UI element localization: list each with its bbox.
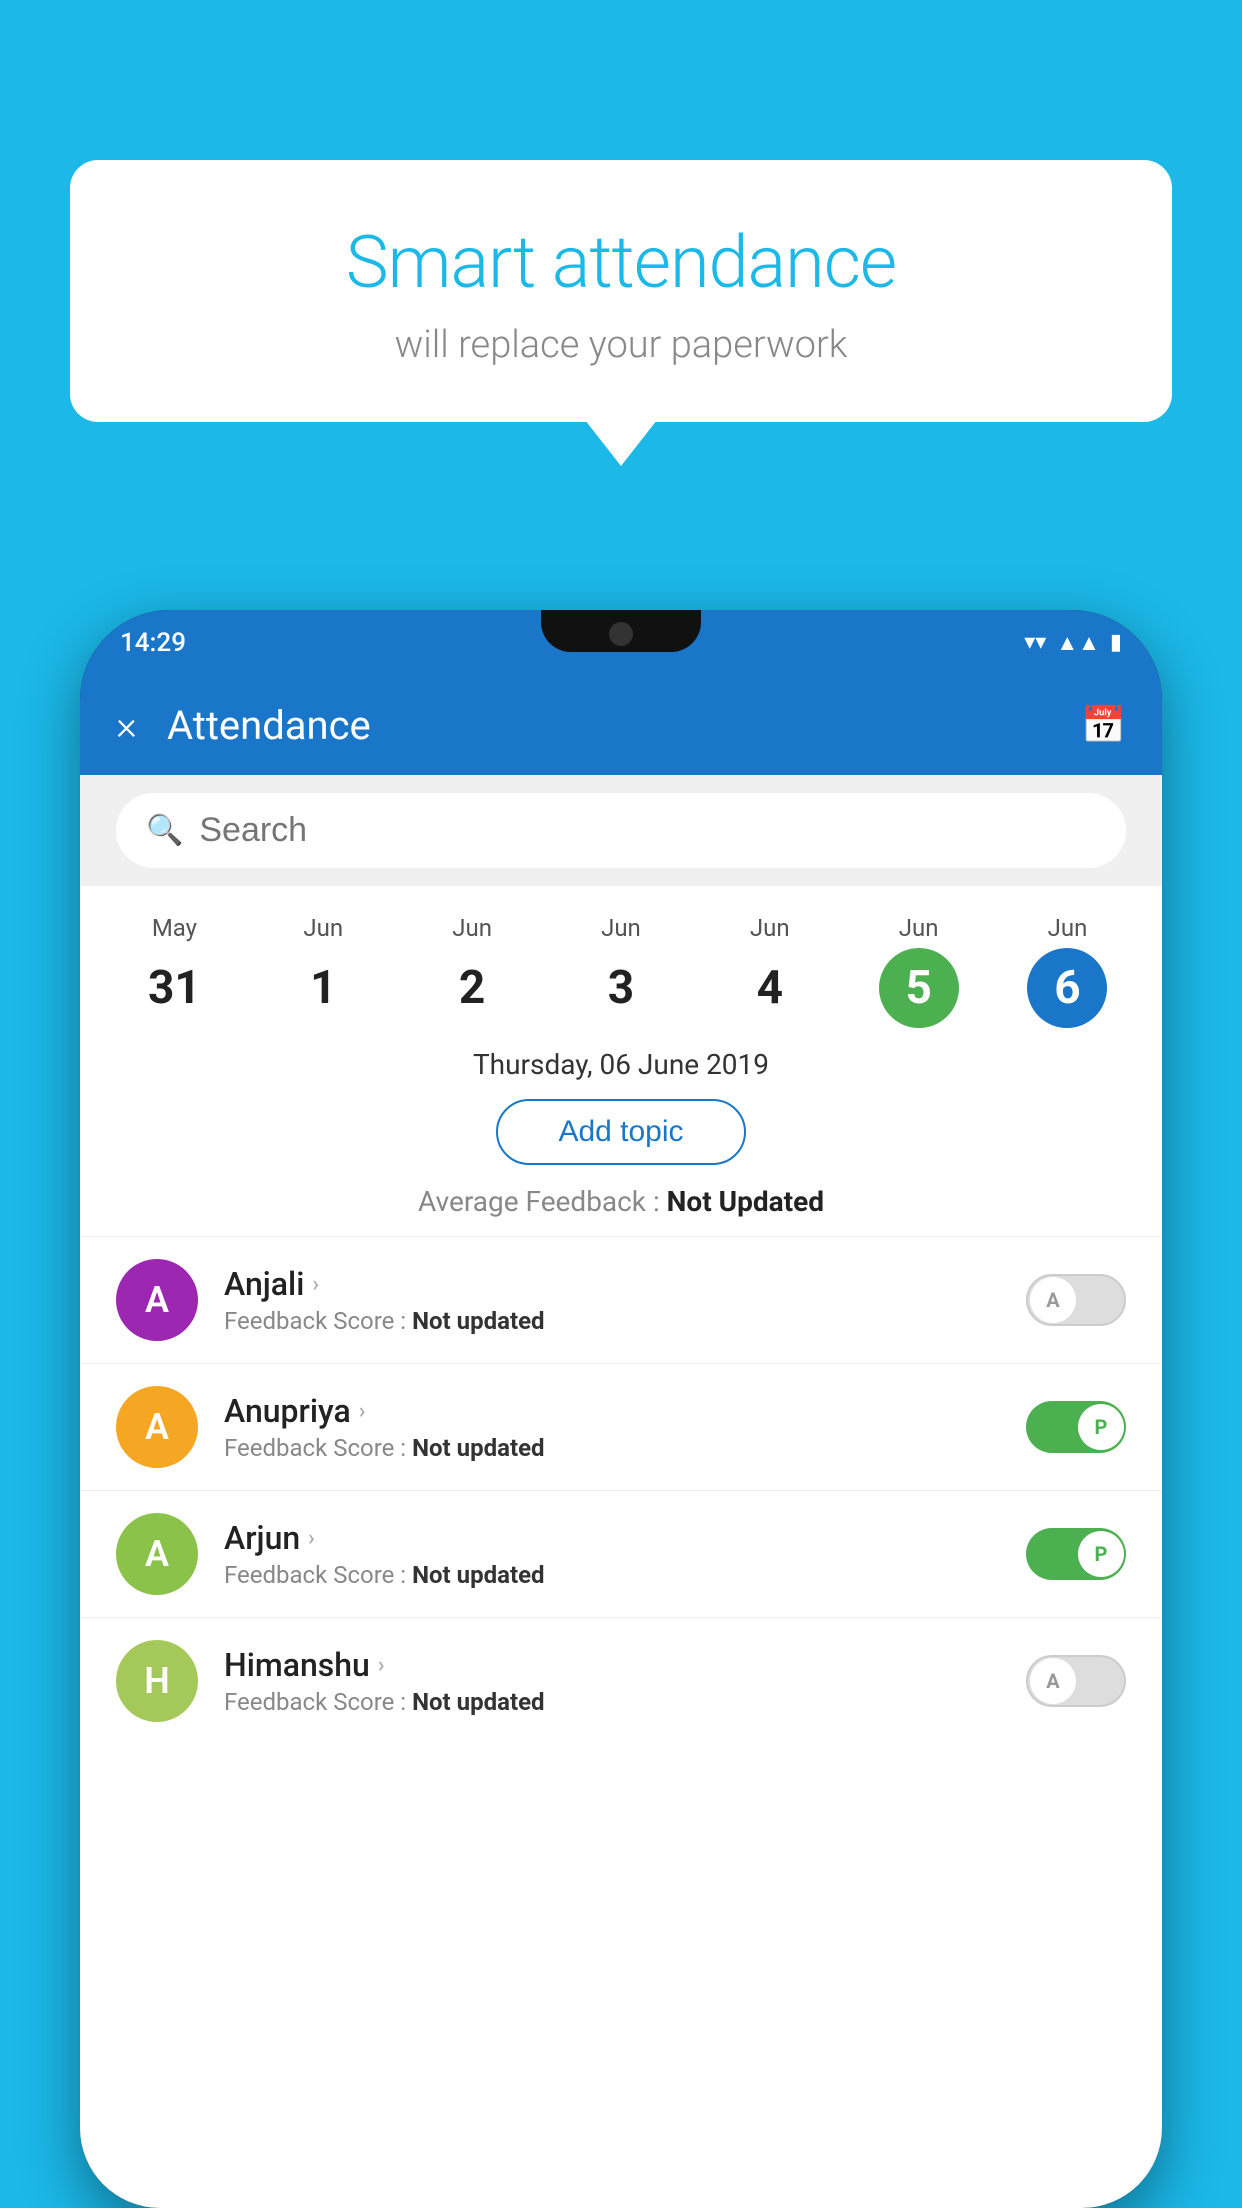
student-name: Himanshu › <box>224 1646 1026 1684</box>
toggle-knob: P <box>1078 1404 1124 1450</box>
student-avatar: A <box>116 1259 198 1341</box>
search-bar-wrapper: 🔍 <box>80 775 1162 886</box>
search-icon: 🔍 <box>146 813 183 848</box>
student-avatar: A <box>116 1513 198 1595</box>
search-input[interactable] <box>199 811 1096 850</box>
date-month: Jun <box>1048 914 1088 942</box>
attendance-toggle[interactable]: A <box>1026 1655 1126 1707</box>
student-info: Anjali › Feedback Score : Not updated <box>224 1265 1026 1335</box>
student-avatar: H <box>116 1640 198 1722</box>
student-item[interactable]: A Anupriya › Feedback Score : Not updated P <box>80 1363 1162 1490</box>
student-name: Anupriya › <box>224 1392 1026 1430</box>
calendar-icon[interactable]: 📅 <box>1081 704 1126 746</box>
date-number[interactable]: 3 <box>581 948 661 1028</box>
date-row: May 31 Jun 1 Jun 2 Jun 3 Jun 4 Jun 5 Jun 6 <box>80 886 1162 1038</box>
toggle-knob: P <box>1078 1531 1124 1577</box>
attendance-toggle[interactable]: A <box>1026 1274 1126 1326</box>
student-item[interactable]: A Arjun › Feedback Score : Not updated P <box>80 1490 1162 1617</box>
date-number[interactable]: 4 <box>730 948 810 1028</box>
add-topic-button[interactable]: Add topic <box>496 1099 745 1165</box>
chevron-right-icon: › <box>312 1272 319 1297</box>
selected-date-label: Thursday, 06 June 2019 <box>80 1038 1162 1099</box>
avg-feedback-label: Average Feedback : <box>418 1185 667 1218</box>
chevron-right-icon: › <box>308 1526 315 1551</box>
student-list: AAnjali›Feedback Score : Not updatedAAAn… <box>80 1236 1162 1744</box>
date-month: May <box>152 914 197 942</box>
close-button[interactable]: × <box>116 702 137 749</box>
phone-notch-camera <box>609 622 633 646</box>
student-name-text: Anjali <box>224 1265 304 1303</box>
signal-icon: ▲▲ <box>1056 630 1100 656</box>
toggle-knob: A <box>1030 1277 1076 1323</box>
date-month: Jun <box>601 914 641 942</box>
date-number[interactable]: 2 <box>432 948 512 1028</box>
student-feedback: Feedback Score : Not updated <box>224 1688 1026 1716</box>
student-feedback: Feedback Score : Not updated <box>224 1561 1026 1589</box>
date-cell[interactable]: May 31 <box>134 914 214 1028</box>
student-name: Anjali › <box>224 1265 1026 1303</box>
attendance-toggle[interactable]: P <box>1026 1401 1126 1453</box>
speech-bubble: Smart attendance will replace your paper… <box>70 160 1172 422</box>
date-cell[interactable]: Jun 4 <box>730 914 810 1028</box>
chevron-right-icon: › <box>359 1399 366 1424</box>
date-cell[interactable]: Jun 6 <box>1027 914 1107 1028</box>
search-bar[interactable]: 🔍 <box>116 793 1126 868</box>
student-feedback: Feedback Score : Not updated <box>224 1434 1026 1462</box>
date-cell[interactable]: Jun 1 <box>283 914 363 1028</box>
date-month: Jun <box>303 914 343 942</box>
wifi-icon: ▾▾ <box>1024 630 1046 655</box>
student-name-text: Himanshu <box>224 1646 370 1684</box>
student-name-text: Anupriya <box>224 1392 351 1430</box>
phone-notch <box>541 610 701 652</box>
date-cell[interactable]: Jun 2 <box>432 914 512 1028</box>
date-number[interactable]: 6 <box>1027 948 1107 1028</box>
status-icons: ▾▾ ▲▲ ▮ <box>1024 630 1122 656</box>
avg-feedback-value: Not Updated <box>667 1185 824 1218</box>
student-item[interactable]: H Himanshu › Feedback Score : Not updatedA <box>80 1617 1162 1744</box>
student-name-text: Arjun <box>224 1519 300 1557</box>
attendance-toggle[interactable]: P <box>1026 1528 1126 1580</box>
app-bar-title: Attendance <box>167 702 1081 749</box>
date-number[interactable]: 1 <box>283 948 363 1028</box>
app-bar: × Attendance 📅 <box>80 675 1162 775</box>
date-cell[interactable]: Jun 3 <box>581 914 661 1028</box>
speech-bubble-subtitle: will replace your paperwork <box>120 323 1122 367</box>
phone-shell: 14:29 ▾▾ ▲▲ ▮ × Attendance 📅 🔍 May 31 Jun 1… <box>80 610 1162 2208</box>
battery-icon: ▮ <box>1110 630 1122 655</box>
student-avatar: A <box>116 1386 198 1468</box>
toggle-knob: A <box>1030 1658 1076 1704</box>
date-number[interactable]: 31 <box>134 948 214 1028</box>
student-name: Arjun › <box>224 1519 1026 1557</box>
status-time: 14:29 <box>120 628 186 658</box>
student-info: Anupriya › Feedback Score : Not updated <box>224 1392 1026 1462</box>
speech-bubble-title: Smart attendance <box>120 220 1122 305</box>
date-month: Jun <box>452 914 492 942</box>
student-info: Arjun › Feedback Score : Not updated <box>224 1519 1026 1589</box>
student-feedback: Feedback Score : Not updated <box>224 1307 1026 1335</box>
avg-feedback: Average Feedback : Not Updated <box>80 1185 1162 1236</box>
date-month: Jun <box>750 914 790 942</box>
date-month: Jun <box>899 914 939 942</box>
phone-screen: 🔍 May 31 Jun 1 Jun 2 Jun 3 Jun 4 Jun 5 Jun 6 Thursday… <box>80 775 1162 2208</box>
date-number[interactable]: 5 <box>879 948 959 1028</box>
student-info: Himanshu › Feedback Score : Not updated <box>224 1646 1026 1716</box>
date-cell[interactable]: Jun 5 <box>879 914 959 1028</box>
student-item[interactable]: AAnjali›Feedback Score : Not updatedA <box>80 1236 1162 1363</box>
chevron-right-icon: › <box>378 1653 385 1678</box>
